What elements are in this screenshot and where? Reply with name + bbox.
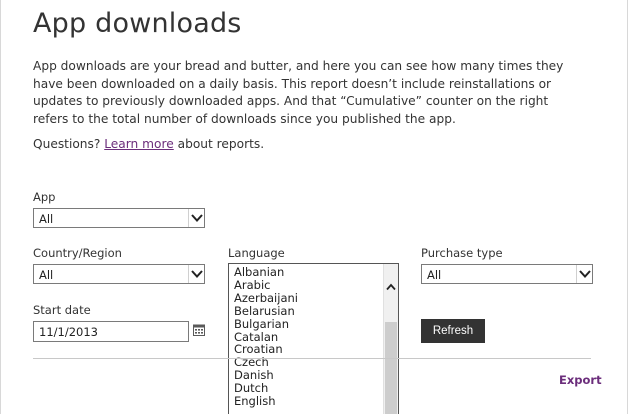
refresh-button[interactable]: Refresh xyxy=(421,319,485,343)
questions-prefix: Questions? xyxy=(33,137,101,151)
chevron-down-icon[interactable] xyxy=(188,209,204,227)
app-select[interactable]: All xyxy=(33,208,205,228)
language-scrollbar-thumb[interactable] xyxy=(385,322,397,414)
language-options: Albanian Arabic Azerbaijani Belarusian B… xyxy=(229,266,382,408)
start-date-label: Start date xyxy=(33,303,91,317)
chevron-down-icon[interactable] xyxy=(576,265,592,283)
window-left-edge xyxy=(0,0,1,414)
chevron-up-icon[interactable] xyxy=(386,276,396,295)
language-option[interactable]: Bulgarian xyxy=(229,317,382,331)
purchase-type-select[interactable]: All xyxy=(421,264,593,284)
purchase-type-label: Purchase type xyxy=(421,246,503,260)
language-label: Language xyxy=(228,246,285,260)
start-date-value: 11/1/2013 xyxy=(39,325,98,339)
language-listbox[interactable]: Albanian Arabic Azerbaijani Belarusian B… xyxy=(228,263,399,414)
calendar-icon[interactable] xyxy=(193,324,205,336)
page-title: App downloads xyxy=(33,8,242,39)
app-label: App xyxy=(33,190,56,204)
language-option[interactable]: Arabic xyxy=(229,279,382,292)
country-region-label: Country/Region xyxy=(33,246,122,260)
divider xyxy=(33,358,591,359)
start-date-input[interactable]: 11/1/2013 xyxy=(33,321,189,342)
app-select-value: All xyxy=(39,212,54,226)
questions-suffix: about reports. xyxy=(177,137,265,151)
purchase-type-select-value: All xyxy=(427,268,442,282)
language-option[interactable]: Albanian xyxy=(229,266,382,279)
country-region-select[interactable]: All xyxy=(33,264,205,284)
language-option[interactable]: Belarusian xyxy=(229,304,382,318)
language-option[interactable]: Azerbaijani xyxy=(229,291,382,305)
questions-text: Questions? Learn more about reports. xyxy=(33,137,264,151)
intro-text: App downloads are your bread and butter,… xyxy=(33,59,564,126)
country-region-select-value: All xyxy=(39,268,54,282)
export-link[interactable]: Export xyxy=(559,373,602,387)
chevron-down-icon[interactable] xyxy=(188,265,204,283)
language-scrollbar[interactable] xyxy=(383,264,398,414)
language-option[interactable]: English xyxy=(229,395,382,408)
learn-more-link[interactable]: Learn more xyxy=(104,137,174,151)
